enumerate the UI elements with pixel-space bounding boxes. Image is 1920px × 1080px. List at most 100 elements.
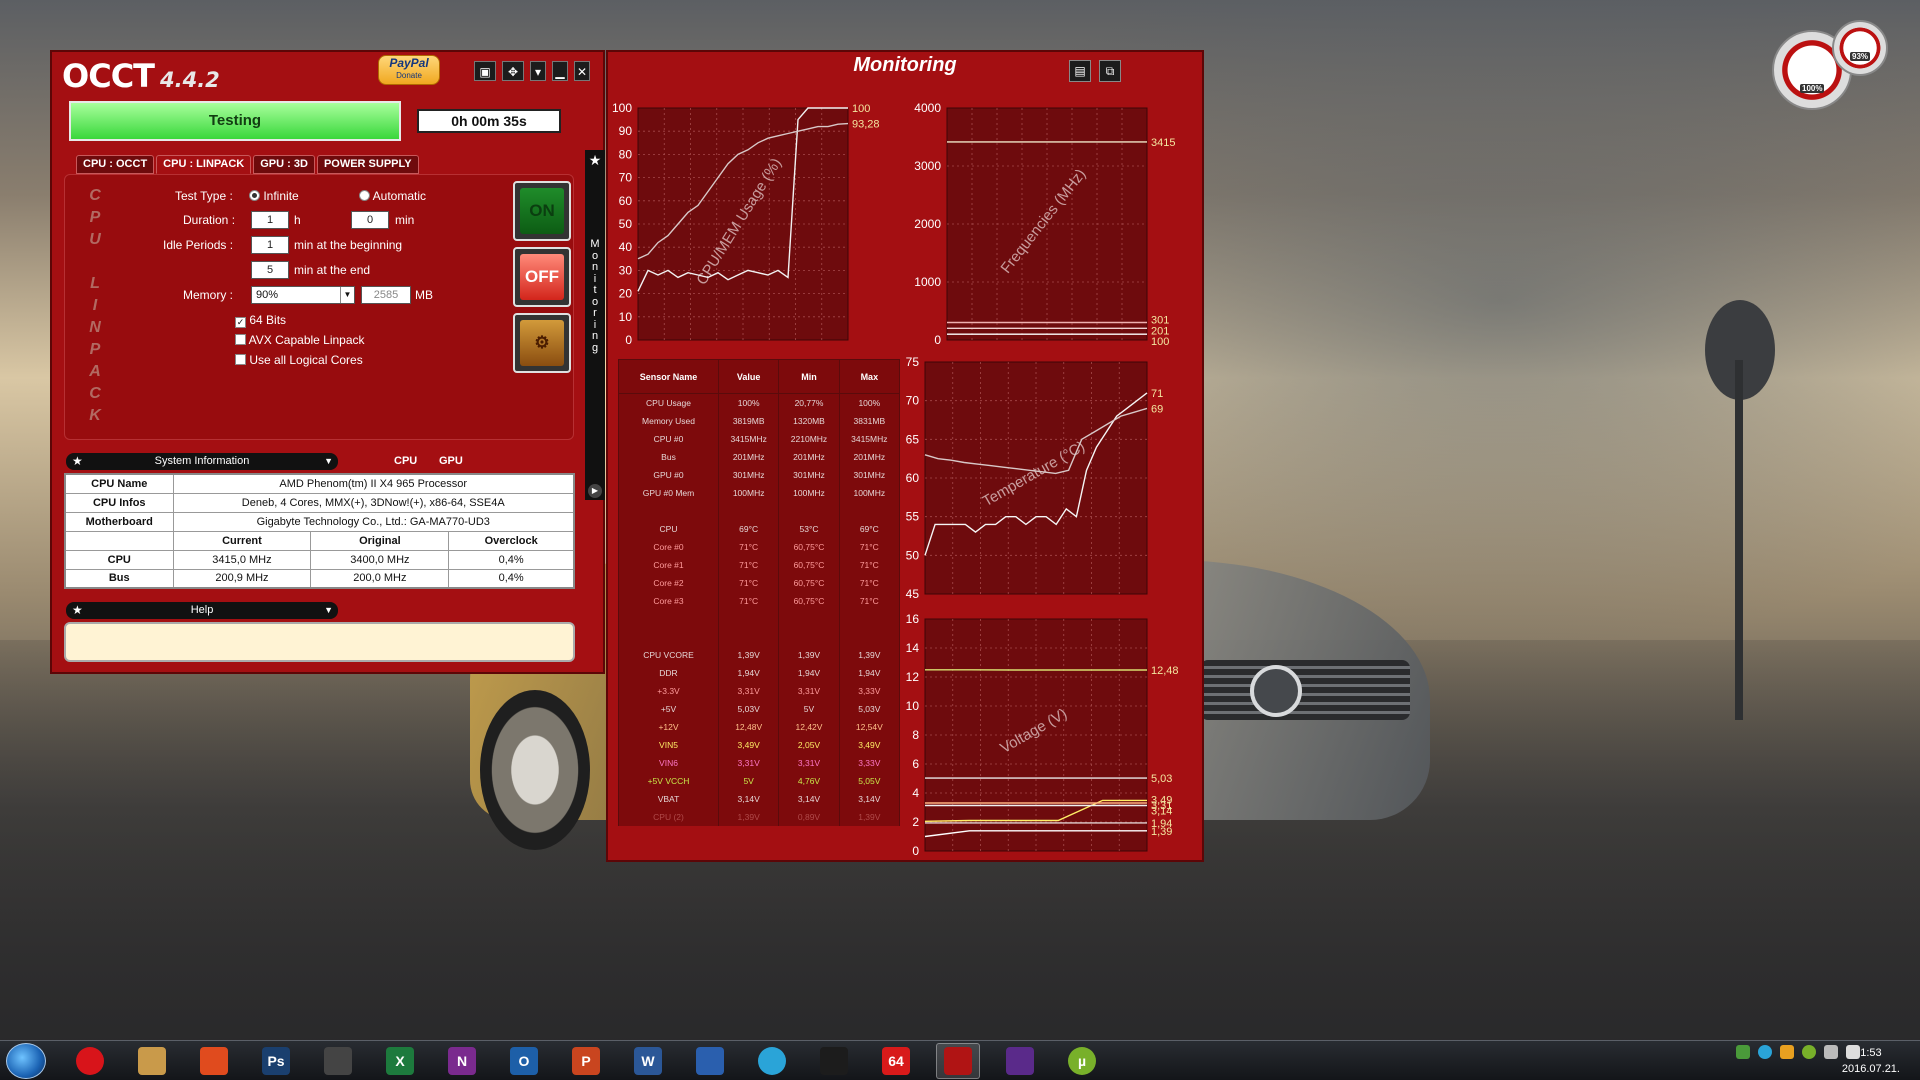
taskbar-app-ps[interactable]: Ps [254, 1043, 298, 1079]
windows-flag-icon[interactable] [1780, 1045, 1794, 1059]
checkbox-64-bits[interactable]: ✓ 64 Bits [235, 313, 286, 328]
end-value-label: 93,28 [852, 119, 880, 131]
system-information-header[interactable]: ★ System Information ▼ [66, 453, 338, 470]
close-icon[interactable]: ✕ [574, 61, 590, 81]
sensor-cell: 3,33V [838, 753, 901, 772]
sensor-cell: 1,39V [717, 645, 780, 664]
checkbox-logical-cores[interactable]: Use all Logical Cores [235, 353, 363, 367]
automatic-radio[interactable]: Automatic [359, 189, 426, 203]
sensor-row: CPU 69°C 53°C 69°C [618, 519, 901, 538]
paypal-donate-button[interactable]: PayPal Donate [378, 55, 440, 85]
star-icon: ★ [72, 603, 83, 617]
clock-date: 2016.07.21. [1841, 1063, 1900, 1075]
taskbar-app-skype[interactable] [750, 1043, 794, 1079]
taskbar-app-film[interactable] [316, 1043, 360, 1079]
sensor-cell: 60,75°C [778, 555, 840, 574]
idle-end-input[interactable]: 5 [251, 261, 289, 279]
duration-minutes-input[interactable]: 0 [351, 211, 389, 229]
idle-begin-input[interactable]: 1 [251, 236, 289, 254]
monitoring-toggle-strip[interactable]: ★ Monitoring ▶ [585, 150, 605, 500]
sensor-cell: 1,39V [717, 807, 780, 826]
sensor-cell [838, 609, 901, 628]
taskbar-app-word[interactable]: W [626, 1043, 670, 1079]
sensor-cell: 5V [717, 771, 780, 790]
taskbar-app-opera[interactable] [68, 1043, 112, 1079]
excel-icon: X [386, 1047, 414, 1075]
infinite-radio[interactable]: Infinite [249, 189, 299, 203]
sensor-row: Core #2 71°C 60,75°C 71°C [618, 573, 901, 592]
memory-percent-select[interactable]: 90% ▼ [251, 286, 355, 304]
word-icon: W [634, 1047, 662, 1075]
sensor-row: CPU (2) 1,39V 0,89V 1,39V [618, 807, 901, 826]
start-button[interactable] [6, 1043, 46, 1079]
tab-cpu-linpack[interactable]: CPU : LINPACK [156, 155, 252, 174]
sysinfo-tab-gpu[interactable]: GPU [439, 455, 463, 467]
sensor-cell: 1,94V [717, 663, 780, 682]
table-row: CPU 3415,0 MHz 3400,0 MHz 0,4% [64, 549, 575, 570]
sensor-table: Sensor Name Value Min Max CPU Usage 100% 20,77… [618, 359, 901, 826]
on-button[interactable]: ON [513, 181, 571, 241]
taskbar-app-powerpoint[interactable]: P [564, 1043, 608, 1079]
checkbox-avx-linpack[interactable]: AVX Capable Linpack [235, 333, 365, 347]
idle-periods-label: Idle Periods : [163, 238, 234, 252]
duration-hours-input[interactable]: 1 [251, 211, 289, 229]
off-button[interactable]: OFF [513, 247, 571, 307]
sensor-cell: 71°C [838, 555, 901, 574]
utorrent-tray-icon[interactable] [1802, 1045, 1816, 1059]
y-tick-label: 50 [619, 217, 633, 231]
sensor-cell: VIN5 [618, 735, 719, 754]
y-tick-label: 4000 [914, 101, 941, 115]
ccleaner-icon [200, 1047, 228, 1075]
sensor-row: +3.3V 3,31V 3,31V 3,33V [618, 681, 901, 700]
tab-gpu-3d[interactable]: GPU : 3D [253, 155, 315, 174]
move-icon[interactable]: ✥ [502, 61, 524, 81]
taskbar-app-onenote[interactable]: N [440, 1043, 484, 1079]
sensor-cell [618, 501, 719, 520]
cpu-meter-gadget[interactable]: 100% 93% [1770, 20, 1890, 110]
end-value-label: 5,03 [1151, 773, 1172, 785]
sysinfo-tab-cpu[interactable]: CPU [394, 455, 417, 467]
sensor-cell [838, 501, 901, 520]
sensor-cell: Bus [618, 447, 719, 466]
y-tick-label: 30 [619, 263, 633, 277]
sensor-cell [838, 627, 901, 646]
dropdown-icon[interactable]: ▾ [530, 61, 546, 81]
tab-power-supply[interactable]: POWER SUPPLY [316, 155, 419, 174]
sensor-cell: 0,89V [778, 807, 840, 826]
taskbar-app-outlook[interactable]: O [502, 1043, 546, 1079]
taskbar-app-fan[interactable] [812, 1043, 856, 1079]
sensor-cell: 100MHz [717, 483, 780, 502]
memory-mb-input[interactable]: 2585 [361, 286, 411, 304]
taskbar-app-cpu[interactable] [998, 1043, 1042, 1079]
taskbar-app-utorrent[interactable]: µ [1060, 1043, 1104, 1079]
taskbar-clock[interactable]: 1:53 2016.07.21. [1842, 1045, 1900, 1077]
sensor-row: Bus 201MHz 201MHz 201MHz [618, 447, 901, 466]
taskbar-app-pencil[interactable] [130, 1043, 174, 1079]
skype-tray-icon[interactable] [1758, 1045, 1772, 1059]
y-tick-label: 90 [619, 124, 633, 138]
screenshot-icon[interactable]: ▣ [474, 61, 496, 81]
taskbar-app-64[interactable]: 64 [874, 1043, 918, 1079]
taskbar-app-occt[interactable] [936, 1043, 980, 1079]
sensor-row: GPU #0 301MHz 301MHz 301MHz [618, 465, 901, 484]
help-header[interactable]: ★ Help ▼ [66, 602, 338, 619]
sensor-cell: 53°C [778, 519, 840, 538]
test-tabs: CPU : OCCT CPU : LINPACK GPU : 3D POWER … [76, 155, 419, 174]
taskbar-app-ccleaner[interactable] [192, 1043, 236, 1079]
pencil-icon [138, 1047, 166, 1075]
taskbar-app-save[interactable] [688, 1043, 732, 1079]
minimize-icon[interactable]: ▁ [552, 61, 568, 81]
sensor-cell: 5,05V [838, 771, 901, 790]
table-header-row: Current Original Overclock [64, 530, 575, 551]
sensor-row: VIN6 3,31V 3,31V 3,33V [618, 753, 901, 772]
settings-button[interactable]: ⚙ [513, 313, 571, 373]
sensor-row: CPU Usage 100% 20,77% 100% [618, 393, 901, 412]
tab-cpu-occt[interactable]: CPU : OCCT [76, 155, 155, 174]
monitoring-strip-label: Monitoring [590, 238, 600, 354]
taskbar-app-excel[interactable]: X [378, 1043, 422, 1079]
nvidia-icon[interactable] [1736, 1045, 1750, 1059]
network-icon[interactable] [1824, 1045, 1838, 1059]
sensor-row [618, 627, 901, 646]
sensor-cell: 3831MB [838, 411, 901, 430]
arrow-right-icon[interactable]: ▶ [588, 484, 602, 498]
